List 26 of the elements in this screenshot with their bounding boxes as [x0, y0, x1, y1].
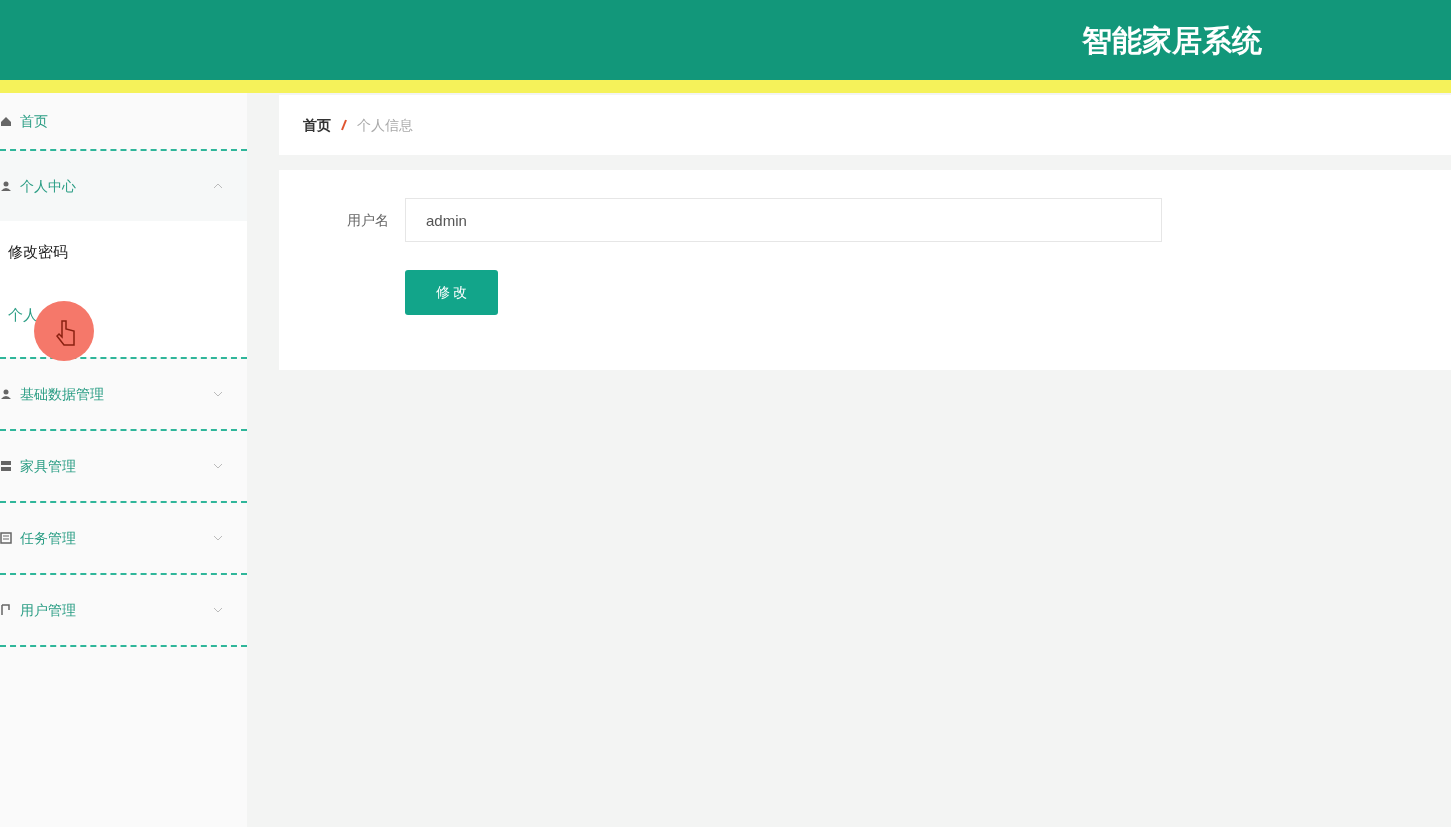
menu-item[interactable]: 用户管理 — [0, 575, 247, 645]
menu-item[interactable]: 基础数据管理 — [0, 359, 247, 429]
chevron-down-icon — [213, 391, 223, 397]
field-label: 用户名 — [346, 210, 389, 230]
menu-icon — [0, 604, 12, 616]
separator-icon — [341, 119, 347, 131]
menu-item[interactable]: 家具管理 — [0, 431, 247, 501]
menu-icon — [0, 115, 12, 127]
input-field[interactable]: admin — [405, 198, 1162, 242]
submenu-item[interactable]: 修改密码 — [0, 221, 247, 284]
menu-item[interactable]: 首页 — [0, 93, 247, 149]
menu-icon — [0, 532, 12, 544]
chevron-down-icon — [213, 607, 223, 613]
breadcrumb-item[interactable]: 首页 — [303, 114, 331, 136]
menu-item[interactable]: 任务管理 — [0, 503, 247, 573]
menu-icon — [0, 388, 12, 400]
menu-icon — [0, 180, 12, 192]
menu-item[interactable]: 个人中心 — [0, 151, 247, 221]
edit-button[interactable]: 修 改 — [405, 270, 498, 315]
chevron-down-icon — [213, 535, 223, 541]
breadcrumb-item: 个人信息 — [357, 115, 413, 135]
chevron-up-icon — [213, 183, 223, 189]
submenu-item[interactable]: 个人 — [0, 284, 247, 347]
app-title: 智能家居系统 — [1082, 22, 1262, 59]
menu-icon — [0, 460, 12, 472]
chevron-down-icon — [213, 463, 223, 469]
